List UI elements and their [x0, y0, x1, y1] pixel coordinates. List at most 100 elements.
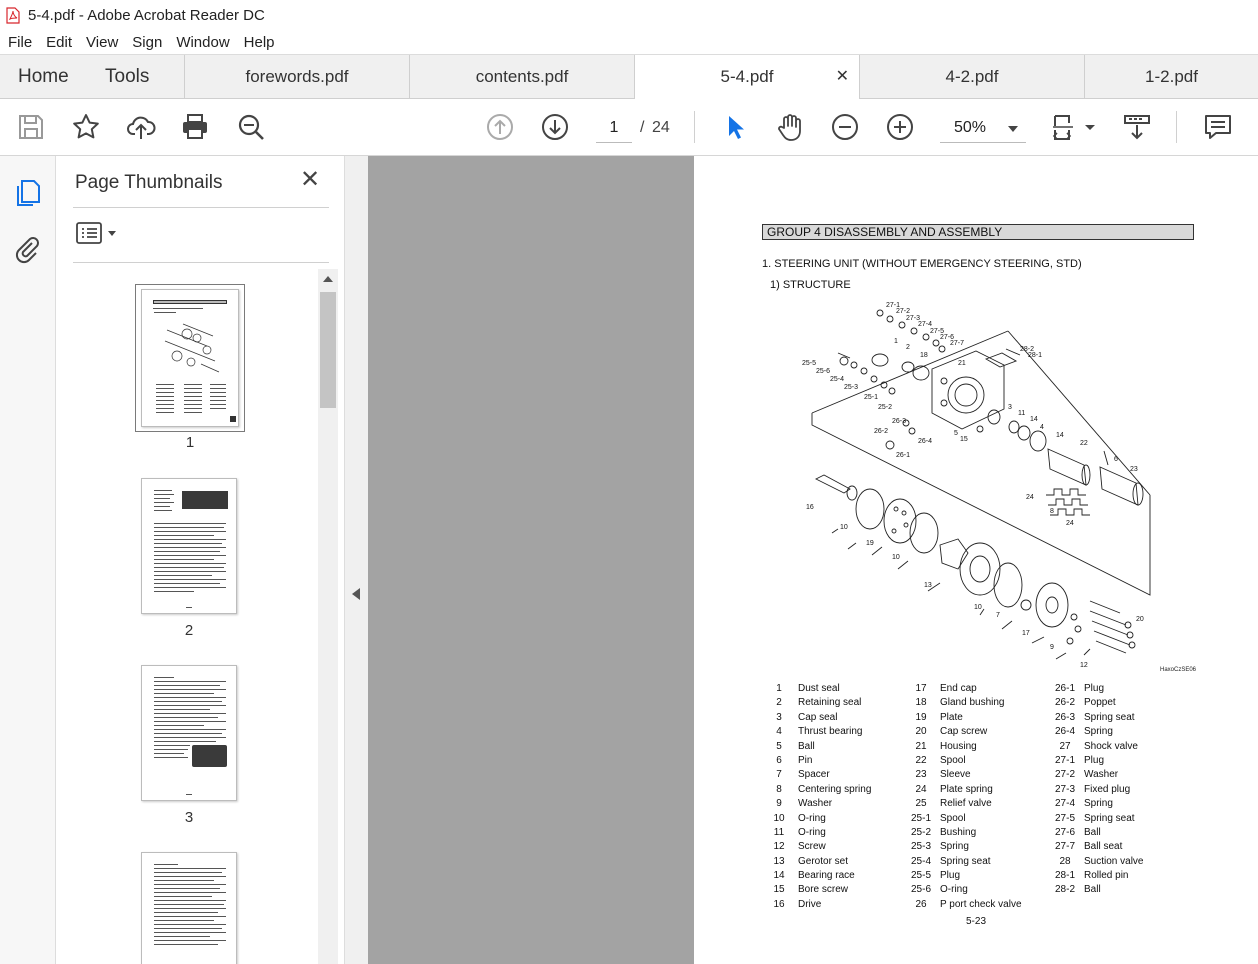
part-name: Suction valve	[1084, 855, 1144, 867]
select-cursor-icon[interactable]	[720, 112, 750, 142]
thumb-text	[154, 494, 174, 495]
zoom-in-icon[interactable]	[885, 112, 915, 142]
part-name: Sleeve	[940, 769, 971, 781]
tab-forewords[interactable]: forewords.pdf	[184, 55, 409, 99]
page-thumbnail-3[interactable]	[141, 665, 237, 801]
part-name: Spool	[940, 812, 966, 824]
search-icon[interactable]	[236, 112, 266, 142]
page-thumbnail-1[interactable]	[141, 289, 239, 427]
callout: 16	[806, 504, 814, 511]
thumbnail-options-button[interactable]	[76, 222, 120, 246]
zoom-select[interactable]: 50%	[940, 113, 1026, 143]
thumb-text	[154, 745, 190, 746]
page-thumbnail-2[interactable]	[141, 478, 237, 614]
part-number: 8	[776, 783, 782, 795]
thumb-text	[154, 940, 226, 941]
tab-1-2[interactable]: 1-2.pdf	[1084, 55, 1258, 99]
thumb-text	[154, 872, 222, 873]
page-display-icon[interactable]	[1052, 112, 1098, 142]
thumb-text	[154, 880, 214, 881]
callout: 26-1	[896, 452, 910, 459]
page-thumbnail-4[interactable]	[141, 852, 237, 964]
part-number: 5	[776, 740, 782, 752]
toolbar-divider	[694, 111, 695, 143]
menu-view[interactable]: View	[79, 34, 125, 51]
thumb-text	[154, 531, 226, 532]
comment-icon[interactable]	[1203, 112, 1233, 142]
previous-page-icon[interactable]	[485, 112, 515, 142]
part-number: 27-1	[1054, 754, 1075, 766]
panel-collapse-strip[interactable]	[345, 156, 368, 964]
thumbnail-scrollbar[interactable]	[318, 269, 338, 964]
zoom-out-icon[interactable]	[830, 112, 860, 142]
save-icon[interactable]	[16, 112, 46, 142]
scroll-mode-icon[interactable]	[1122, 112, 1152, 142]
attachment-icon[interactable]	[12, 234, 42, 264]
thumb-text	[154, 916, 226, 917]
callout: 25-4	[830, 376, 844, 383]
star-icon[interactable]	[71, 112, 101, 142]
part-name: End cap	[940, 683, 977, 694]
menu-window[interactable]: Window	[169, 34, 236, 51]
thumb-text	[154, 884, 226, 885]
part-name: Housing	[940, 740, 977, 752]
part-number: 10	[773, 812, 785, 824]
tab-5-4[interactable]: 5-4.pdf ✕	[634, 55, 859, 100]
thumb-text	[184, 384, 202, 385]
thumb-text	[154, 506, 170, 507]
menu-file[interactable]: File	[0, 34, 39, 51]
thumb-text	[156, 388, 174, 389]
part-number: 23	[915, 769, 927, 781]
tab-contents[interactable]: contents.pdf	[409, 55, 634, 99]
document-background	[368, 156, 694, 964]
part-name: Relief valve	[940, 798, 992, 810]
callout: 4	[1040, 424, 1044, 431]
callout: 28-1	[1028, 352, 1042, 359]
scrollbar-thumb[interactable]	[320, 292, 336, 408]
scroll-up-icon[interactable]	[323, 276, 333, 282]
callout: 2	[906, 344, 910, 351]
thumb-text	[184, 408, 202, 409]
part-name: O-ring	[940, 884, 968, 896]
callout: 23	[1130, 466, 1138, 473]
tab-4-2[interactable]: 4-2.pdf	[859, 55, 1084, 99]
thumbnail-label-3: 3	[184, 809, 194, 826]
page-thumbnails-icon[interactable]	[12, 178, 42, 208]
callout: 10	[892, 554, 900, 561]
thumb-text	[154, 697, 226, 698]
page-number-input[interactable]: 1	[596, 113, 632, 143]
pdf-file-icon	[6, 6, 20, 24]
part-name: P port check valve	[940, 898, 1022, 910]
thumb-text	[154, 749, 188, 750]
menu-help[interactable]: Help	[237, 34, 282, 51]
part-name: Bore screw	[798, 884, 849, 896]
hand-tool-icon[interactable]	[775, 112, 805, 142]
thumb-text	[154, 729, 226, 730]
callout: 18	[920, 352, 928, 359]
part-number: 28-1	[1054, 870, 1075, 882]
callout: 25-3	[844, 384, 858, 391]
collapse-left-icon[interactable]	[352, 588, 360, 600]
thumb-text	[184, 412, 202, 413]
print-icon[interactable]	[180, 112, 210, 142]
thumb-text	[210, 408, 226, 409]
callout: 7	[996, 612, 1000, 619]
part-name: Ball	[798, 740, 815, 752]
part-number: 27-5	[1054, 812, 1075, 824]
menu-sign[interactable]: Sign	[125, 34, 169, 51]
tab-home[interactable]: Home	[18, 55, 69, 99]
thumb-text	[184, 392, 202, 393]
tab-label: 4-2.pdf	[945, 67, 999, 86]
thumb-text	[154, 864, 178, 865]
menu-bar: File Edit View Sign Window Help	[0, 30, 1258, 54]
thumb-text	[154, 757, 188, 758]
thumb-text	[154, 928, 222, 929]
part-number: 14	[773, 870, 785, 882]
menu-edit[interactable]: Edit	[39, 34, 79, 51]
callout: 22	[1080, 440, 1088, 447]
cloud-upload-icon[interactable]	[126, 112, 156, 142]
next-page-icon[interactable]	[540, 112, 570, 142]
tab-tools[interactable]: Tools	[105, 55, 149, 99]
close-icon[interactable]: ✕	[300, 168, 320, 192]
close-tab-icon[interactable]: ✕	[836, 55, 849, 99]
